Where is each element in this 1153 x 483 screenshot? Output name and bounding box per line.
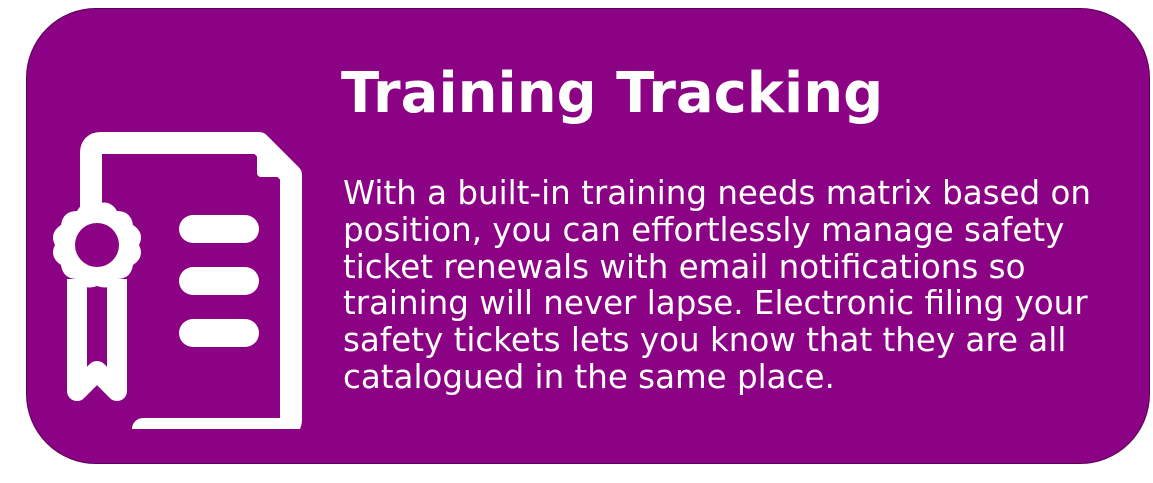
certificate-document-icon <box>27 129 317 429</box>
card-title: Training Tracking <box>341 61 884 126</box>
training-tracking-card: Training Tracking With a built-in traini… <box>26 8 1150 464</box>
card-description: With a built-in training needs matrix ba… <box>343 174 1091 396</box>
